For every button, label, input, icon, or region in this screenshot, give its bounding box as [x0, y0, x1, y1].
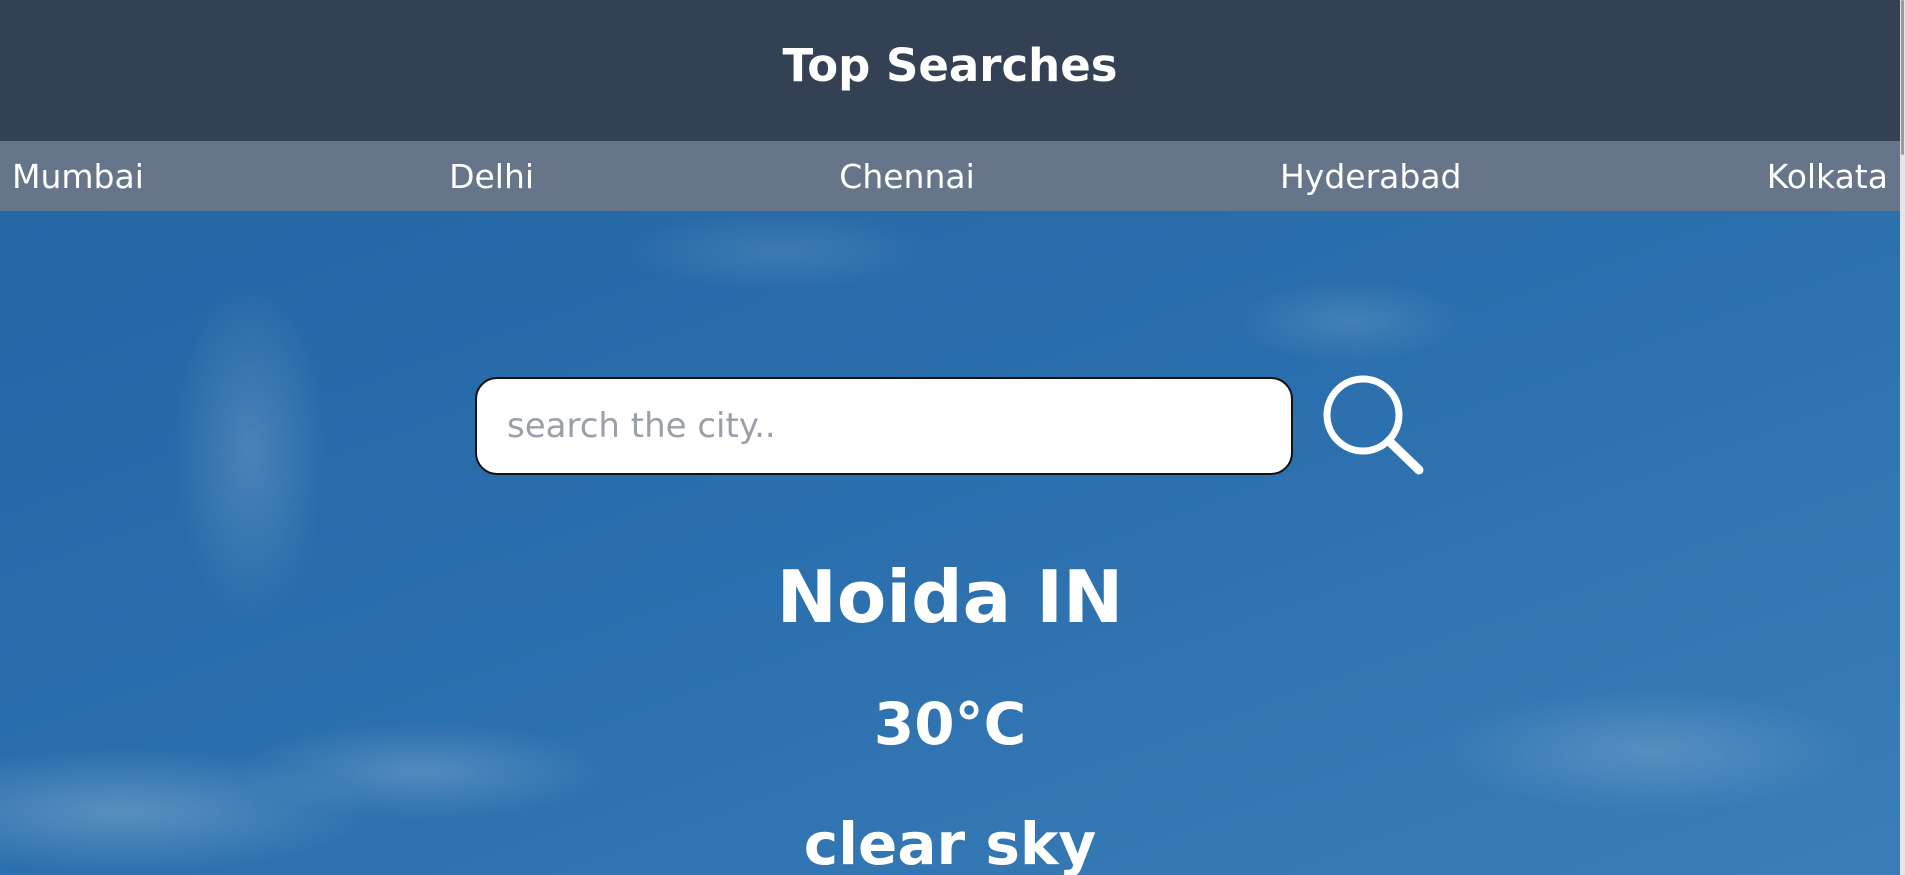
city-name: Noida IN — [776, 555, 1124, 639]
header-title: Top Searches — [782, 39, 1118, 92]
top-search-mumbai[interactable]: Mumbai — [12, 157, 144, 196]
top-search-delhi[interactable]: Delhi — [449, 157, 534, 196]
weather-description: clear sky — [803, 810, 1097, 875]
search-button[interactable] — [1319, 371, 1429, 481]
city-search-input[interactable] — [475, 377, 1293, 475]
vertical-scrollbar[interactable] — [1900, 0, 1905, 875]
weather-app-page: Top Searches Mumbai Delhi Chennai Hydera… — [0, 0, 1905, 875]
top-searches-header: Top Searches — [0, 0, 1900, 141]
top-search-chennai[interactable]: Chennai — [839, 157, 974, 196]
top-searches-bar: Mumbai Delhi Chennai Hyderabad Kolkata — [0, 141, 1900, 211]
scrollbar-thumb[interactable] — [1901, 0, 1904, 155]
search-icon — [1323, 375, 1424, 475]
temperature: 30°C — [873, 690, 1027, 758]
search-bar — [475, 371, 1429, 481]
top-search-hyderabad[interactable]: Hyderabad — [1280, 157, 1462, 196]
top-search-kolkata[interactable]: Kolkata — [1767, 157, 1888, 196]
sky-background — [0, 211, 1900, 875]
